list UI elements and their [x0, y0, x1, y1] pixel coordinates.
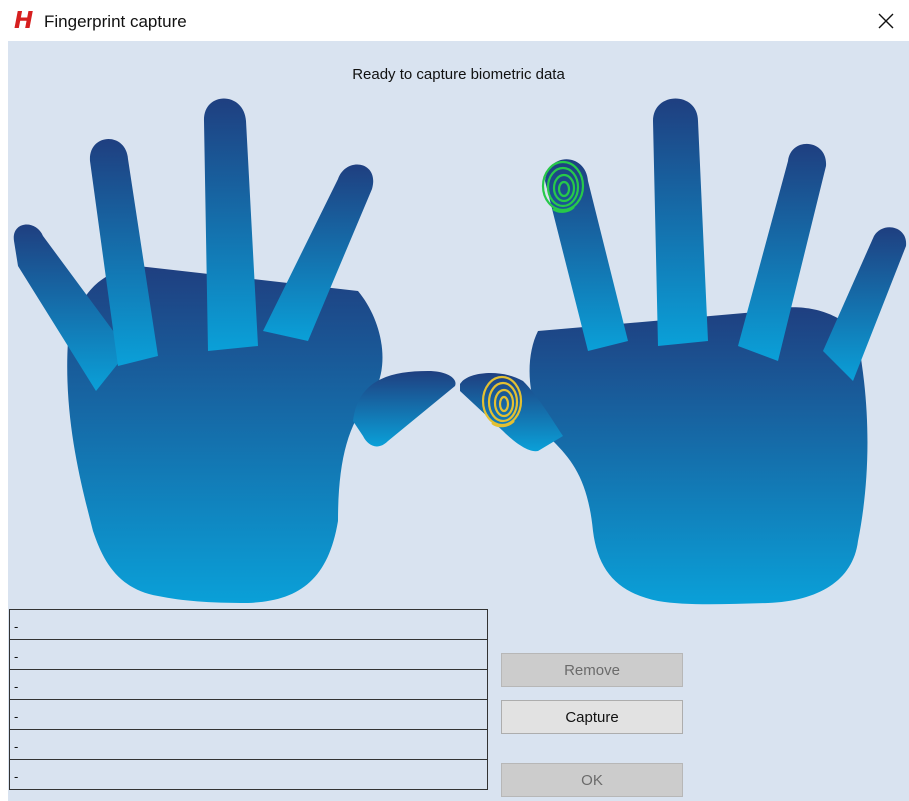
right-hand: [460, 98, 907, 605]
finger-list-row[interactable]: -: [9, 699, 488, 729]
capture-button[interactable]: Capture: [501, 700, 683, 734]
finger-list-row[interactable]: -: [9, 609, 488, 639]
finger-list-row[interactable]: -: [9, 759, 488, 790]
finger-list-value: -: [14, 619, 19, 634]
finger-list: - - - - - -: [9, 609, 488, 790]
right-finger-middle[interactable]: [653, 98, 708, 347]
finger-list-row[interactable]: -: [9, 669, 488, 699]
finger-list-value: -: [14, 769, 19, 784]
right-hand-palm: [529, 307, 868, 605]
dialog-client-area: Ready to capture biometric data - - - - …: [8, 41, 909, 801]
finger-list-value: -: [14, 739, 19, 754]
left-finger-middle[interactable]: [203, 98, 258, 352]
left-hand: [13, 98, 456, 603]
finger-list-row[interactable]: -: [9, 639, 488, 669]
app-logo: H: [14, 8, 34, 34]
finger-list-row[interactable]: -: [9, 729, 488, 759]
close-button[interactable]: [863, 0, 909, 41]
right-finger-little[interactable]: [823, 227, 907, 381]
right-finger-index[interactable]: [545, 159, 628, 351]
finger-list-value: -: [14, 679, 19, 694]
window-title: Fingerprint capture: [44, 12, 187, 31]
title-bar: H Fingerprint capture: [0, 0, 909, 41]
hands-diagram: [13, 98, 907, 605]
finger-list-value: -: [14, 649, 19, 664]
finger-list-value: -: [14, 709, 19, 724]
close-icon: [878, 13, 894, 28]
ok-button[interactable]: OK: [501, 763, 683, 797]
remove-button[interactable]: Remove: [501, 653, 683, 687]
